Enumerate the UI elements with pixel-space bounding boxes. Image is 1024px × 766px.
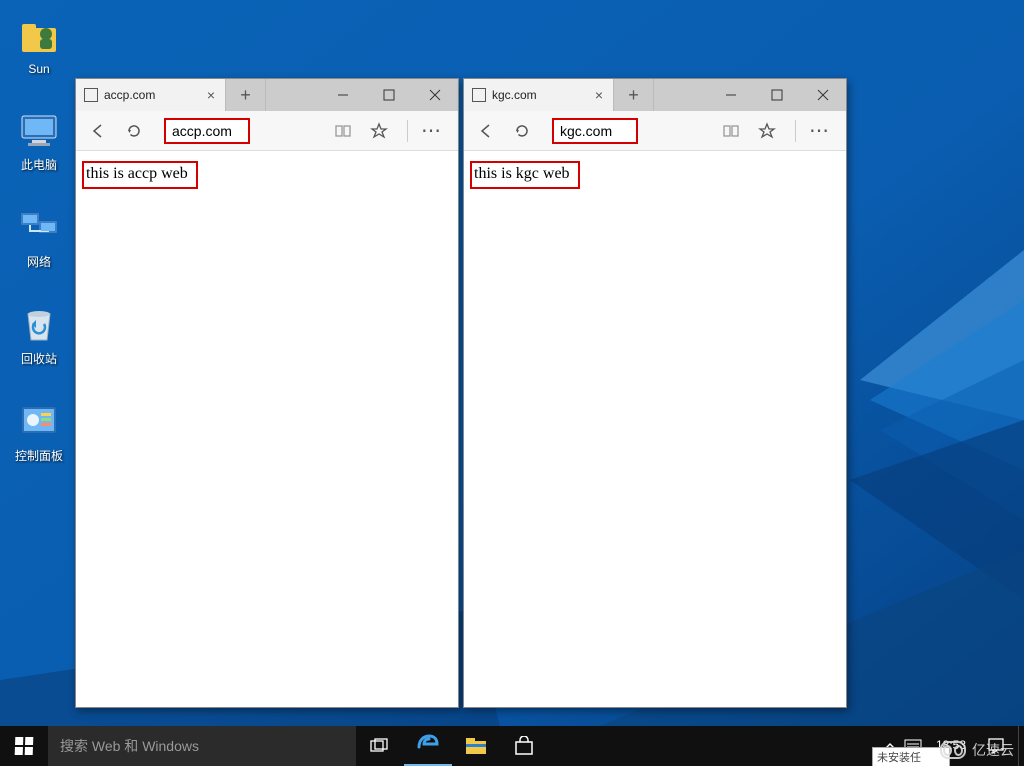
page-content: this is kgc web	[464, 151, 846, 707]
browser-window-left: accp.com × + ⋯ this is accp web	[75, 78, 459, 708]
tray-tooltip: 未安装任	[872, 747, 950, 766]
tab-bar: kgc.com × +	[464, 79, 846, 111]
page-body-text: this is accp web	[82, 161, 198, 189]
desktop-icon-this-pc[interactable]: 此电脑	[0, 110, 78, 173]
favorite-button[interactable]	[363, 115, 395, 147]
watermark-text: 亿速云	[972, 740, 1014, 760]
more-button[interactable]: ⋯	[416, 115, 448, 147]
new-tab-button[interactable]: +	[226, 79, 266, 111]
page-body-text: this is kgc web	[470, 161, 580, 189]
taskbar-search[interactable]: 搜索 Web 和 Windows	[48, 726, 356, 766]
desktop-icon-label: 网络	[0, 253, 78, 270]
tab-close-button[interactable]: ×	[593, 87, 605, 103]
maximize-button[interactable]	[754, 79, 800, 111]
tab-bar: accp.com × +	[76, 79, 458, 111]
address-bar-highlight	[552, 118, 638, 144]
watermark: 亿速云	[940, 740, 1014, 760]
nav-bar: ⋯	[464, 111, 846, 151]
desktop-icon-label: 控制面板	[0, 447, 78, 464]
minimize-button[interactable]	[320, 79, 366, 111]
taskbar: 搜索 Web 和 Windows 未安装任 18:53	[0, 726, 1024, 766]
back-button[interactable]	[470, 115, 502, 147]
new-tab-button[interactable]: +	[614, 79, 654, 111]
page-icon	[84, 88, 98, 102]
reading-view-button[interactable]	[715, 115, 747, 147]
task-view-button[interactable]	[356, 726, 404, 766]
address-bar-highlight	[164, 118, 250, 144]
search-placeholder: 搜索 Web 和 Windows	[60, 736, 199, 756]
show-desktop-button[interactable]	[1018, 726, 1024, 766]
close-button[interactable]	[800, 79, 846, 111]
start-button[interactable]	[0, 726, 48, 766]
desktop-icon-label: 此电脑	[0, 156, 78, 173]
desktop-icon-recycle-bin[interactable]: 回收站	[0, 304, 78, 367]
reading-view-button[interactable]	[327, 115, 359, 147]
refresh-button[interactable]	[506, 115, 538, 147]
desktop-icon-label: 回收站	[0, 350, 78, 367]
browser-tab[interactable]: accp.com ×	[76, 79, 226, 111]
more-button[interactable]: ⋯	[804, 115, 836, 147]
address-bar[interactable]	[172, 123, 242, 139]
page-icon	[472, 88, 486, 102]
tab-close-button[interactable]: ×	[205, 87, 217, 103]
nav-bar: ⋯	[76, 111, 458, 151]
browser-window-right: kgc.com × + ⋯ this is kgc web	[463, 78, 847, 708]
tab-title: accp.com	[104, 88, 199, 102]
task-icons	[356, 726, 548, 766]
taskbar-app-edge[interactable]	[404, 726, 452, 766]
desktop-icons: Sun 此电脑 网络 回收站 控制面板	[0, 10, 78, 464]
taskbar-app-explorer[interactable]	[452, 726, 500, 766]
browser-tab[interactable]: kgc.com ×	[464, 79, 614, 111]
page-content: this is accp web	[76, 151, 458, 707]
desktop-icon-label: Sun	[0, 62, 78, 76]
minimize-button[interactable]	[708, 79, 754, 111]
address-bar[interactable]	[560, 123, 630, 139]
favorite-button[interactable]	[751, 115, 783, 147]
refresh-button[interactable]	[118, 115, 150, 147]
maximize-button[interactable]	[366, 79, 412, 111]
desktop-icon-control-panel[interactable]: 控制面板	[0, 401, 78, 464]
desktop-icon-user[interactable]: Sun	[0, 16, 78, 76]
tab-title: kgc.com	[492, 88, 587, 102]
close-button[interactable]	[412, 79, 458, 111]
desktop-icon-network[interactable]: 网络	[0, 207, 78, 270]
watermark-icon	[940, 741, 966, 759]
back-button[interactable]	[82, 115, 114, 147]
taskbar-app-store[interactable]	[500, 726, 548, 766]
